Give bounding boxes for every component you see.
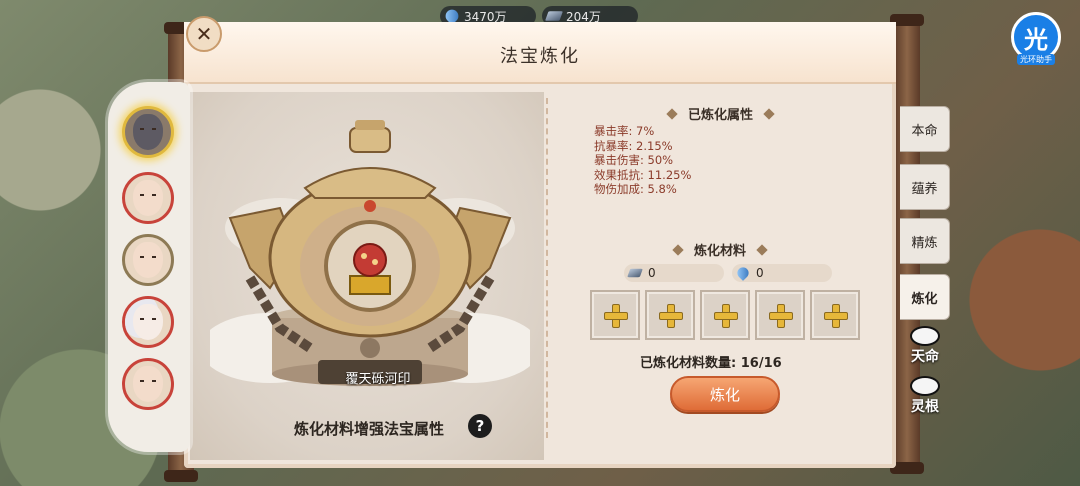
spirit-root-icon [910,376,940,396]
hero-avatar[interactable] [122,234,174,286]
panel-header: 法宝炼化 [184,22,896,84]
plus-icon [659,304,683,328]
gem-material-value: 0 [756,266,764,280]
plus-icon [824,304,848,328]
assistant-badge[interactable]: 光 光环助手 [1006,12,1066,70]
material-slot[interactable] [755,290,805,340]
ornament-icon [668,246,688,254]
plus-icon [769,304,793,328]
main-panel: 法宝炼化 ✕ 覆天砾河印 炼化材料增强法宝属性 ? 已炼化属性 暴击率: 7% … [184,16,896,468]
avatar [133,114,163,150]
refine-hint: 炼化材料增强法宝属性 [294,420,445,438]
tab-benming[interactable]: 本命 [900,106,950,152]
treasure-display: 覆天砾河印 [190,92,544,460]
ornament-icon [662,110,682,118]
ingot-material-value: 0 [648,266,656,280]
hero-list [108,82,190,452]
section-divider [546,98,548,438]
refined-attributes-title: 已炼化属性 [688,108,754,123]
ornament-icon [759,110,779,118]
attribute-list: 暴击率: 7% 抗暴率: 2.15% 暴击伤害: 50% 效果抵抗: 11.25… [594,124,691,197]
material-slot[interactable] [645,290,695,340]
panel-title: 法宝炼化 [500,46,580,67]
refine-button[interactable]: 炼化 [670,376,780,412]
yin-yang-icon [910,326,940,346]
hero-avatar[interactable] [122,172,174,224]
ornament-icon [752,246,772,254]
ingot-icon [627,268,643,278]
help-button[interactable]: ? [468,414,492,438]
assistant-label: 光环助手 [1017,54,1055,65]
attribute-row: 暴击率: 7% [594,124,655,138]
material-slot[interactable] [700,290,750,340]
tab-yunyang[interactable]: 蕴养 [900,164,950,210]
hero-avatar[interactable] [122,296,174,348]
cauldron-illustration [210,120,530,386]
gem-material-count: 0 [732,264,832,282]
hero-avatar-selected[interactable] [122,106,174,158]
plus-icon [714,304,738,328]
tab-tianming-label: 天命 [911,349,939,365]
plus-icon [604,304,628,328]
materials-title: 炼化材料 [694,244,747,259]
materials-header: 炼化材料 [668,240,772,259]
material-slot[interactable] [810,290,860,340]
attribute-row: 暴击伤害: 50% [594,153,674,167]
gem-icon [735,265,751,281]
avatar [133,366,163,402]
tab-linggen-label: 灵根 [911,399,939,415]
tab-lianhua[interactable]: 炼化 [900,274,950,320]
material-slot[interactable] [590,290,640,340]
attribute-row: 抗暴率: 2.15% [594,138,673,153]
hero-avatar[interactable] [122,358,174,410]
ingot-icon [545,11,563,21]
refined-attributes-header: 已炼化属性 [662,104,779,123]
treasure-name: 覆天砾河印 [345,372,411,387]
close-icon: ✕ [195,22,213,46]
tab-jinglian[interactable]: 精炼 [900,218,950,264]
question-icon: ? [475,417,485,435]
attribute-row: 效果抵抗: 11.25% [594,167,692,182]
close-button[interactable]: ✕ [186,16,222,52]
tab-tianming[interactable]: 天命 [902,322,948,370]
ingot-material-count: 0 [624,264,724,282]
avatar [133,304,163,340]
avatar [133,242,163,278]
avatar [133,180,163,216]
attribute-row: 物伤加成: 5.8% [594,182,677,196]
refined-material-count: 已炼化材料数量: 16/16 [640,356,782,371]
tab-linggen[interactable]: 灵根 [902,372,948,420]
